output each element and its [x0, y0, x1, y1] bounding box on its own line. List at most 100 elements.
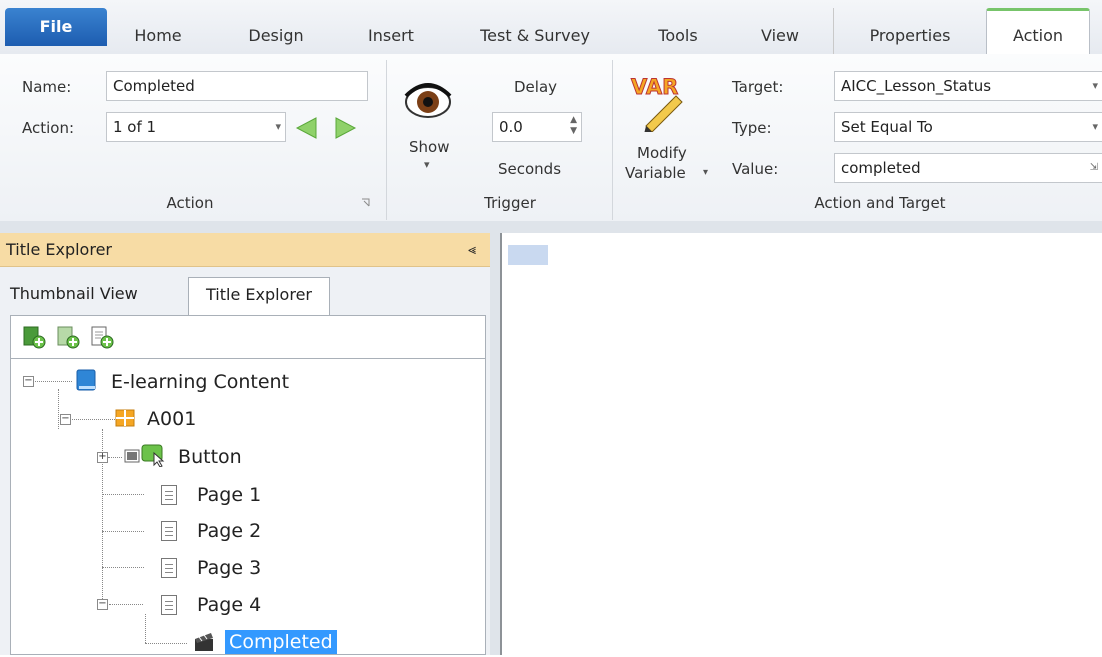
- tab-title-explorer[interactable]: Title Explorer: [188, 277, 330, 316]
- variable-dropdown-icon[interactable]: ▾: [703, 167, 708, 178]
- tree-connector: [108, 457, 122, 458]
- trigger-group-title: Trigger: [484, 194, 536, 212]
- tree-node-page-4[interactable]: Page 4: [161, 590, 261, 620]
- target-label: Target:: [732, 78, 784, 96]
- tab-properties[interactable]: Properties: [833, 8, 986, 54]
- tree-node-label: Page 4: [197, 594, 262, 616]
- delay-value: 0.0: [499, 118, 523, 136]
- panel-title: Title Explorer: [6, 240, 112, 259]
- tab-file[interactable]: File: [5, 8, 107, 46]
- name-field[interactable]: Completed: [106, 71, 368, 101]
- seconds-label: Seconds: [498, 160, 562, 178]
- tree-node-label: E-learning Content: [111, 371, 290, 393]
- tree-node-page-2[interactable]: Page 2: [161, 516, 261, 546]
- workspace-top-strip: [0, 221, 1102, 233]
- tree-node-label: Page 2: [197, 520, 262, 542]
- value-text: completed: [841, 159, 921, 177]
- value-field[interactable]: completed ⇲: [834, 153, 1102, 183]
- title-explorer-header: Title Explorer ⪡: [0, 233, 490, 267]
- action-label: Action:: [22, 119, 75, 137]
- previous-action-arrow-icon[interactable]: [292, 114, 322, 142]
- tree-node-button[interactable]: Button: [122, 442, 242, 472]
- delay-label: Delay: [514, 78, 558, 96]
- tab-view[interactable]: View: [752, 8, 808, 54]
- next-action-arrow-icon[interactable]: [330, 114, 360, 142]
- expand-icon[interactable]: ⇲: [1090, 154, 1098, 182]
- type-value: Set Equal To: [841, 118, 933, 136]
- add-page-icon[interactable]: [89, 324, 115, 350]
- tree-connector: [145, 643, 187, 644]
- page-canvas[interactable]: [500, 233, 1102, 655]
- page-icon: [161, 558, 177, 578]
- modify-label[interactable]: Modify: [637, 144, 687, 162]
- tree-node-completed[interactable]: Completed: [193, 627, 337, 657]
- target-select[interactable]: AICC_Lesson_Status ▾: [834, 71, 1102, 101]
- pin-icon[interactable]: ⪡: [468, 233, 476, 267]
- action-select[interactable]: 1 of 1 ▾: [106, 112, 286, 142]
- ribbon-tab-bar: File Home Design Insert Test & Survey To…: [0, 0, 1102, 55]
- tree-node-page-3[interactable]: Page 3: [161, 553, 261, 583]
- dialog-launcher-icon[interactable]: [361, 198, 371, 208]
- tab-home[interactable]: Home: [128, 8, 188, 54]
- tab-tools[interactable]: Tools: [646, 8, 710, 54]
- book-icon: [76, 369, 96, 391]
- tree-connector: [32, 381, 72, 382]
- action-group-title: Action: [166, 194, 214, 212]
- group-separator: [612, 60, 613, 220]
- tree-node-chapter[interactable]: A001: [115, 404, 196, 434]
- tab-action[interactable]: Action: [986, 8, 1090, 54]
- tree-node-label: Page 1: [197, 484, 262, 506]
- show-label[interactable]: Show: [409, 138, 449, 156]
- collapse-toggle[interactable]: −: [97, 599, 108, 610]
- chevron-down-icon: ▾: [275, 120, 281, 133]
- tree-connector: [145, 614, 146, 643]
- tree-node-label: Button: [178, 446, 242, 468]
- value-label: Value:: [732, 160, 779, 178]
- modify-variable-icon[interactable]: VAR: [626, 72, 688, 132]
- panel-splitter[interactable]: [490, 221, 500, 655]
- tree-node-label-selected: Completed: [225, 630, 337, 654]
- button-object-icon: [124, 444, 165, 468]
- tab-insert[interactable]: Insert: [356, 8, 426, 54]
- spinner-arrows-icon[interactable]: ▲ ▼: [570, 115, 577, 137]
- tree-connector: [102, 567, 144, 568]
- tab-thumbnail-view[interactable]: Thumbnail View: [10, 277, 182, 311]
- add-chapter-icon[interactable]: [21, 324, 47, 350]
- group-separator: [386, 60, 387, 220]
- chevron-down-icon: ▾: [1092, 79, 1098, 92]
- chevron-down-icon: ▾: [1092, 120, 1098, 133]
- tree-connector: [58, 389, 59, 429]
- expand-toggle[interactable]: +: [97, 452, 108, 463]
- action-target-group-title: Action and Target: [814, 194, 946, 212]
- variable-label[interactable]: Variable: [625, 164, 686, 182]
- add-section-icon[interactable]: [55, 324, 81, 350]
- show-dropdown-icon[interactable]: ▾: [424, 158, 430, 171]
- tree-node-root[interactable]: E-learning Content: [75, 367, 289, 397]
- type-label: Type:: [732, 119, 772, 137]
- page-icon: [161, 521, 177, 541]
- type-select[interactable]: Set Equal To ▾: [834, 112, 1102, 142]
- var-icon-text: VAR: [631, 75, 678, 99]
- tree-connector: [65, 419, 115, 420]
- selection-marker: [508, 245, 548, 265]
- tree-node-page-1[interactable]: Page 1: [161, 480, 261, 510]
- tab-design[interactable]: Design: [238, 8, 314, 54]
- page-icon: [161, 485, 177, 505]
- page-icon: [161, 595, 177, 615]
- target-value: AICC_Lesson_Status: [841, 77, 992, 95]
- title-tree: − E-learning Content − A001 + Button Pag…: [10, 358, 486, 655]
- tab-test-survey[interactable]: Test & Survey: [468, 8, 602, 54]
- tree-toolbar: [10, 315, 486, 358]
- eye-icon[interactable]: [402, 76, 454, 124]
- tree-connector: [102, 494, 144, 495]
- collapse-toggle[interactable]: −: [60, 414, 71, 425]
- ribbon: Name: Completed Action: 1 of 1 ▾ Action …: [0, 54, 1102, 222]
- action-select-value: 1 of 1: [113, 118, 157, 136]
- clapperboard-icon: [195, 633, 213, 651]
- chapter-icon: [115, 409, 135, 427]
- tree-connector: [102, 531, 144, 532]
- name-label: Name:: [22, 78, 72, 96]
- tree-node-label: Page 3: [197, 557, 262, 579]
- collapse-toggle[interactable]: −: [23, 376, 34, 387]
- delay-spinner[interactable]: 0.0 ▲ ▼: [492, 112, 582, 142]
